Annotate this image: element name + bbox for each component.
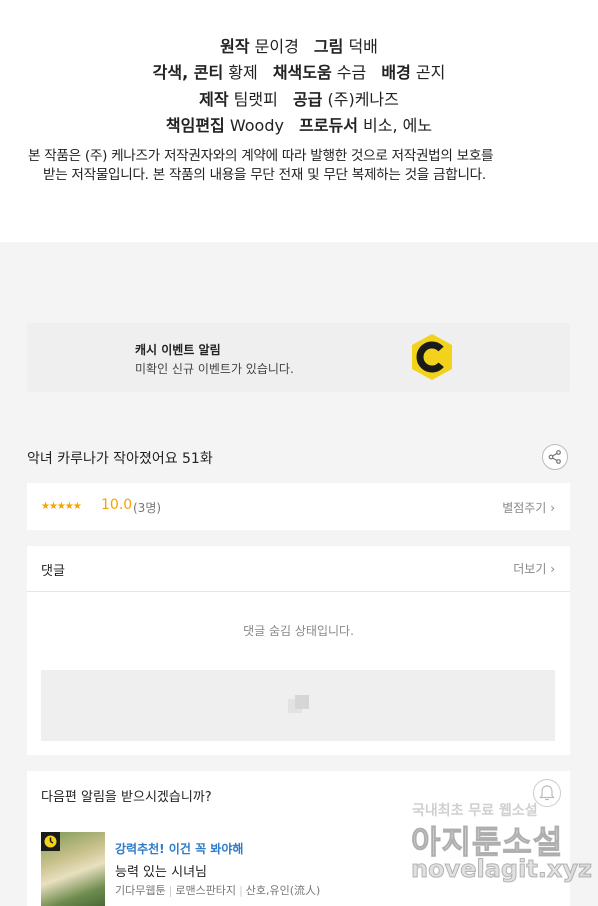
- credits-line-1: 원작 문이경 그림 덕배: [0, 33, 598, 57]
- bell-icon: [539, 785, 555, 801]
- credit-label-editor: 책임편집: [165, 116, 225, 135]
- credit-value-coloring: 수금: [336, 63, 367, 82]
- recommend-genre: 로맨스판타지: [175, 884, 237, 897]
- cash-event-banner[interactable]: 캐시 이벤트 알림 미확인 신규 이벤트가 있습니다.: [27, 323, 570, 392]
- credit-label-background: 배경: [381, 63, 411, 82]
- recommend-category: 기다무웹툰: [115, 884, 166, 897]
- banner-subtitle: 미확인 신규 이벤트가 있습니다.: [135, 362, 294, 376]
- alert-bell-button[interactable]: [533, 779, 561, 807]
- banner-title: 캐시 이벤트 알림: [135, 343, 221, 357]
- credit-value-original: 문이경: [254, 37, 299, 56]
- image-placeholder-icon: [288, 695, 309, 713]
- rate-button-label: 별점주기: [502, 501, 547, 515]
- share-button[interactable]: [542, 444, 568, 470]
- credit-value-adaptation: 황제: [228, 63, 258, 82]
- copyright-notice-line-1: 본 작품은 (주) 케나즈가 저작권자와의 계약에 따라 발행한 것으로 저작권…: [28, 148, 494, 164]
- rate-button[interactable]: 별점주기 ›: [502, 499, 555, 516]
- chevron-right-icon: ›: [550, 501, 555, 515]
- credit-label-producer: 프로듀서: [299, 116, 358, 135]
- credit-value-production: 팀랫피: [233, 90, 278, 109]
- credit-label-art: 그림: [313, 37, 344, 56]
- episode-title: 악녀 카루나가 작아졌어요 51화: [27, 451, 213, 467]
- next-alert-question: 다음편 알림을 받으시겠습니까?: [41, 790, 212, 805]
- credit-value-background: 곤지: [415, 63, 446, 82]
- cash-coin-icon: [412, 334, 452, 380]
- credit-value-art: 덕배: [348, 37, 378, 56]
- next-episode-alert-card: 다음편 알림을 받으시겠습니까? 강력추천! 이건 꼭 봐야해 능력 있는 시녀…: [27, 771, 570, 906]
- recommend-meta: 기다무웹툰 | 로맨스판타지 | 산호,유인(流人): [115, 884, 321, 897]
- divider: [27, 591, 570, 592]
- rating-count: (3명): [133, 501, 162, 515]
- comments-more-button[interactable]: 더보기 ›: [513, 560, 555, 577]
- chevron-right-icon: ›: [550, 562, 555, 576]
- credits-line-2: 각색, 콘티 황제 채색도움 수금 배경 곤지: [0, 59, 598, 83]
- recommend-label: 강력추천! 이건 꼭 봐야해: [115, 842, 244, 856]
- wait-free-badge: [41, 832, 60, 851]
- rating-stars: ★★★★★: [41, 501, 82, 512]
- credit-value-supply: (주)케나즈: [327, 90, 399, 109]
- credit-label-original: 원작: [220, 37, 250, 56]
- credit-label-production: 제작: [199, 90, 229, 109]
- credit-label-adaptation: 각색, 콘티: [152, 63, 224, 82]
- clock-icon: [44, 835, 57, 848]
- credits-section: 원작 문이경 그림 덕배 각색, 콘티 황제 채색도움 수금 배경 곤지 제작 …: [0, 0, 598, 242]
- credits-line-3: 제작 팀랫피 공급 (주)케나즈: [0, 86, 598, 110]
- copyright-notice-line-2: 받는 저작물입니다. 본 작품의 내용을 무단 전재 및 무단 복제하는 것을 …: [43, 167, 486, 183]
- credit-value-producer: 비소, 에노: [363, 116, 433, 135]
- credit-value-editor: Woody: [229, 116, 284, 135]
- recommend-title[interactable]: 능력 있는 시녀님: [115, 861, 207, 880]
- rating-card: ★★★★★ 10.0 (3명) 별점주기 ›: [27, 483, 570, 530]
- credit-label-supply: 공급: [292, 90, 323, 109]
- rating-score: 10.0: [101, 497, 133, 513]
- ad-placeholder: [41, 670, 555, 741]
- recommend-thumbnail[interactable]: [41, 832, 105, 906]
- credits-line-4: 책임편집 Woody 프로듀서 비소, 에노: [0, 112, 598, 136]
- recommend-authors: 산호,유인(流人): [245, 884, 321, 897]
- comments-title: 댓글: [41, 564, 65, 579]
- comments-card: 댓글 더보기 › 댓글 숨김 상태입니다.: [27, 546, 570, 755]
- comments-hidden-message: 댓글 숨김 상태입니다.: [243, 624, 354, 638]
- share-icon: [548, 450, 561, 464]
- comments-more-label: 더보기: [513, 562, 547, 576]
- credit-label-coloring: 채색도움: [272, 63, 332, 82]
